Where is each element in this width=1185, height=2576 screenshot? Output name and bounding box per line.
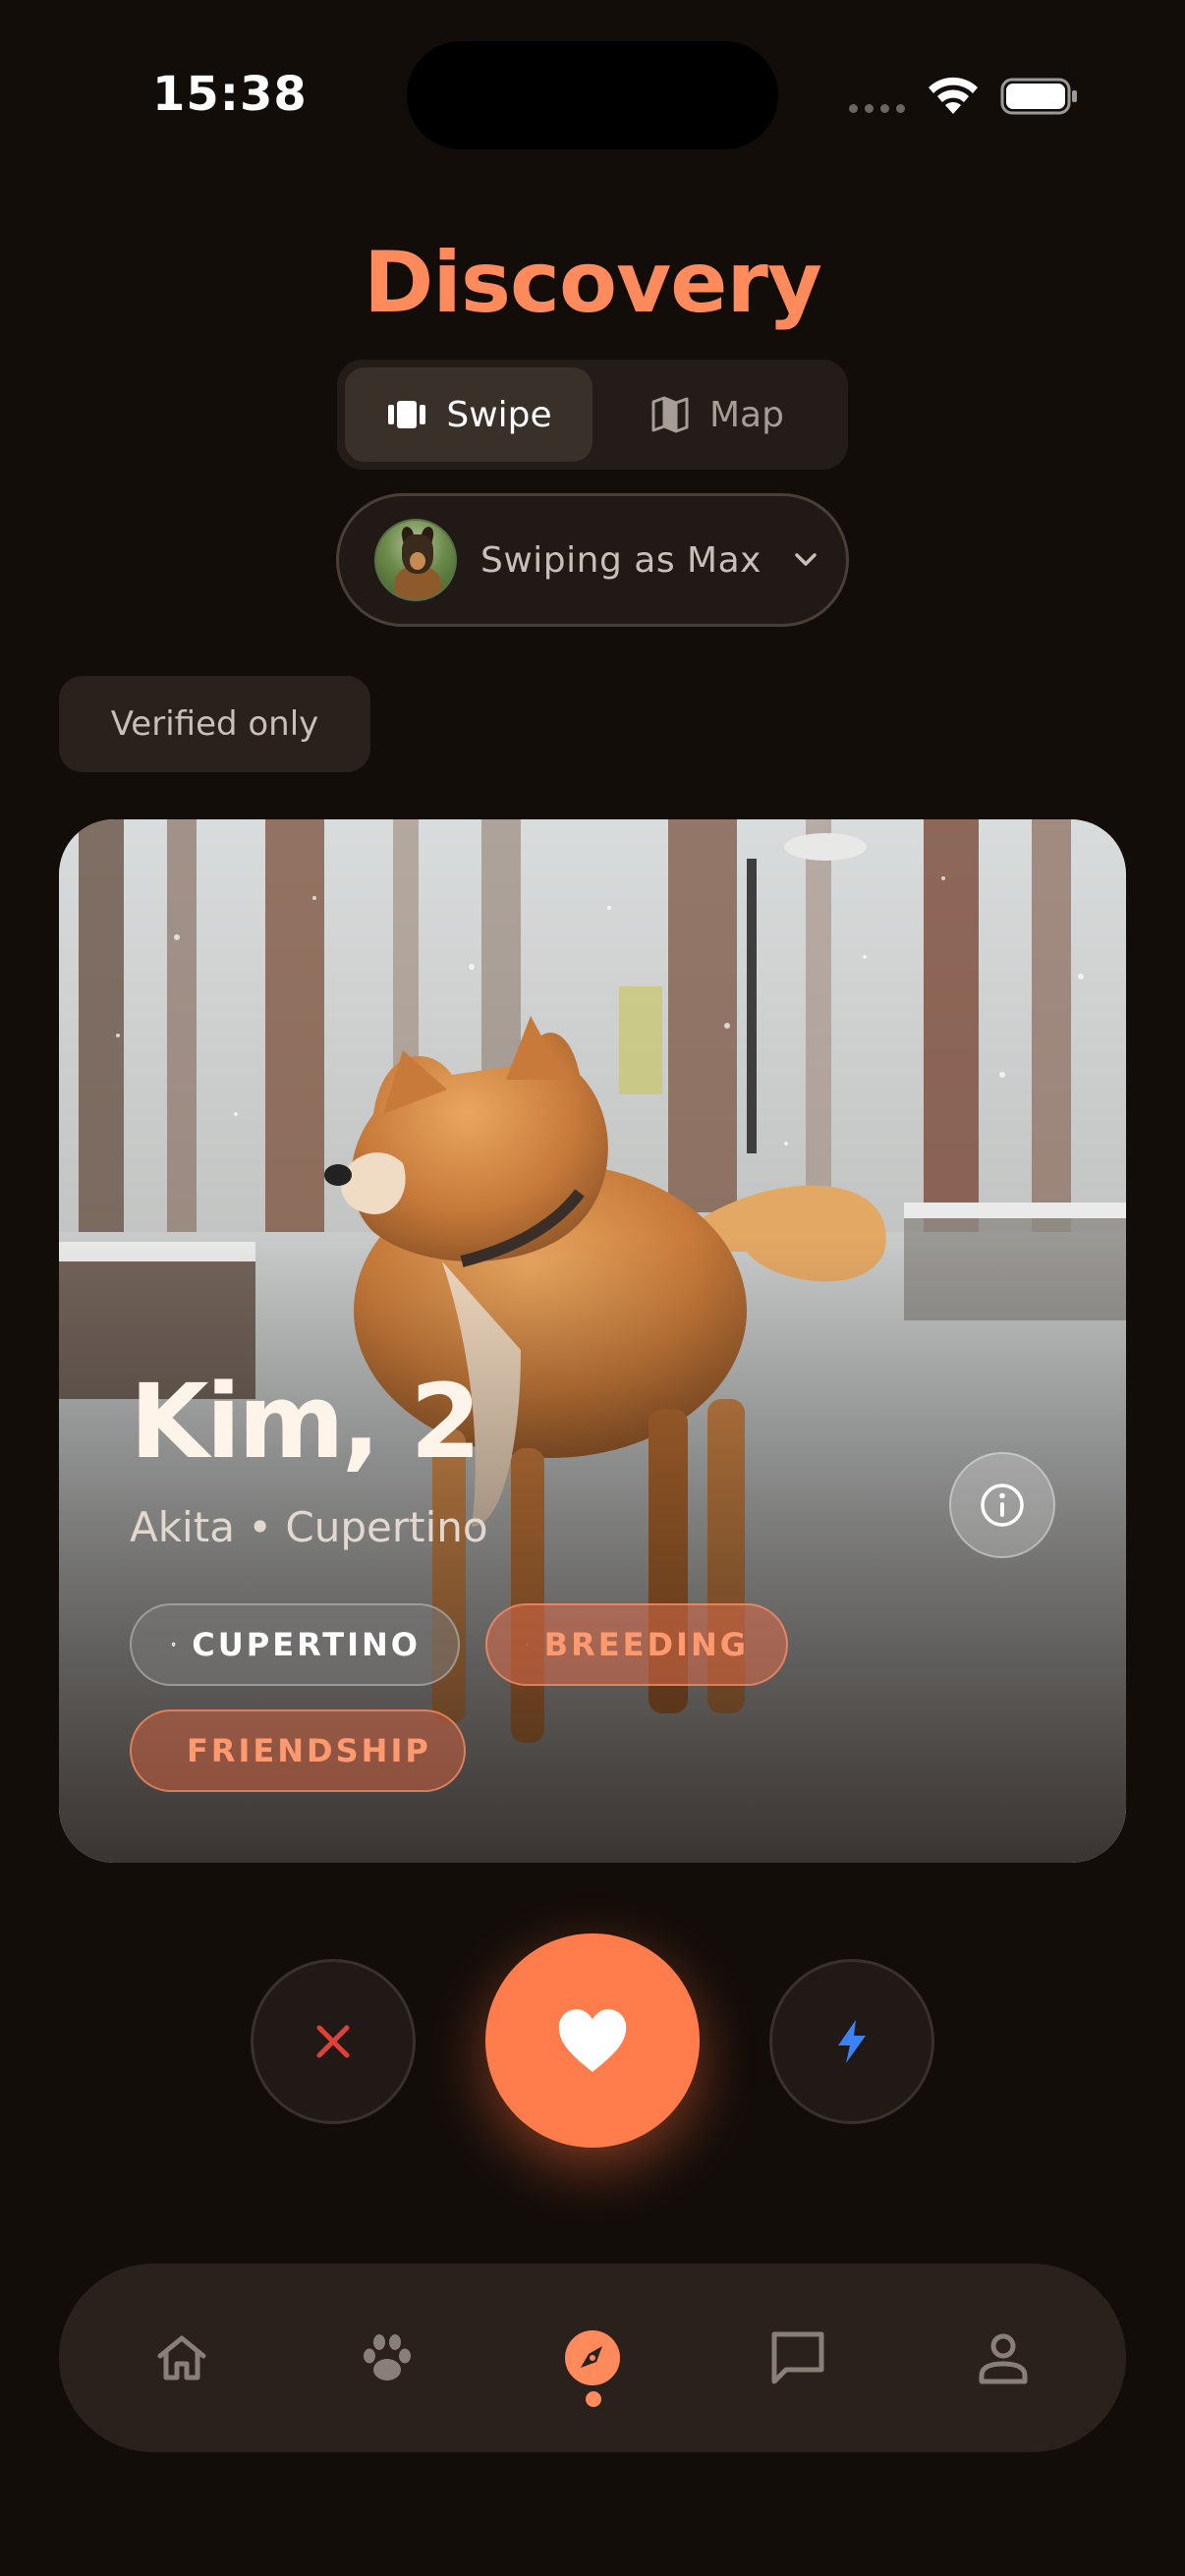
bottom-tab-bar <box>59 2264 1126 2452</box>
active-tab-indicator <box>586 2391 601 2407</box>
cards-icon <box>388 401 426 428</box>
dynamic-island <box>407 41 778 149</box>
tab-messages[interactable] <box>729 2264 867 2452</box>
boost-button[interactable] <box>769 1959 934 2124</box>
tab-swipe-label: Swipe <box>446 394 552 435</box>
close-icon <box>316 2025 350 2058</box>
paw-icon <box>364 2334 411 2380</box>
tab-pets[interactable] <box>318 2264 456 2452</box>
chip-friendship-label: FRIENDSHIP <box>187 1732 431 1769</box>
map-icon <box>651 396 689 433</box>
tab-map[interactable]: Map <box>592 367 840 462</box>
status-bar: 15:38 <box>0 0 1185 187</box>
chevron-down-icon <box>795 553 817 566</box>
pet-breed-location: Akita • Cupertino <box>130 1503 488 1551</box>
chip-breeding-label: BREEDING <box>543 1626 749 1663</box>
tab-map-label: Map <box>709 394 784 435</box>
avatar <box>374 519 457 601</box>
status-time: 15:38 <box>152 67 308 122</box>
home-icon <box>157 2335 206 2380</box>
tab-discover[interactable] <box>524 2264 661 2452</box>
chip-location: CUPERTINO <box>130 1603 460 1686</box>
profile-card[interactable]: Kim, 2 Akita • Cupertino CUPERTINO BREED… <box>59 819 1126 1863</box>
info-icon <box>981 1484 1024 1527</box>
pass-button[interactable] <box>251 1959 416 2124</box>
battery-icon <box>1000 78 1077 115</box>
heart-icon <box>558 2009 627 2072</box>
chip-location-label: CUPERTINO <box>192 1626 421 1663</box>
location-pin-icon <box>171 1642 176 1648</box>
profile-switcher[interactable]: Swiping as Max <box>336 493 849 627</box>
pet-name-age: Kim, 2 <box>130 1362 481 1482</box>
chat-icon <box>771 2331 824 2384</box>
tab-swipe[interactable]: Swipe <box>345 367 592 462</box>
person-icon <box>979 2333 1028 2384</box>
profile-switcher-label: Swiping as Max <box>480 539 762 581</box>
tab-profile[interactable] <box>934 2264 1072 2452</box>
like-button[interactable] <box>485 1933 700 2148</box>
verified-only-filter[interactable]: Verified only <box>59 676 370 772</box>
heart-icon <box>527 1644 529 1646</box>
compass-icon <box>565 2330 620 2385</box>
chip-friendship: FRIENDSHIP <box>130 1709 466 1792</box>
mode-toggle: Swipe Map <box>337 360 848 470</box>
cellular-signal-icon <box>849 104 905 113</box>
wifi-icon <box>929 77 978 114</box>
page-title: Discovery <box>364 234 822 332</box>
lightning-icon <box>838 2020 866 2063</box>
info-button[interactable] <box>949 1452 1055 1558</box>
tab-home[interactable] <box>113 2264 251 2452</box>
chip-breeding: BREEDING <box>485 1603 788 1686</box>
